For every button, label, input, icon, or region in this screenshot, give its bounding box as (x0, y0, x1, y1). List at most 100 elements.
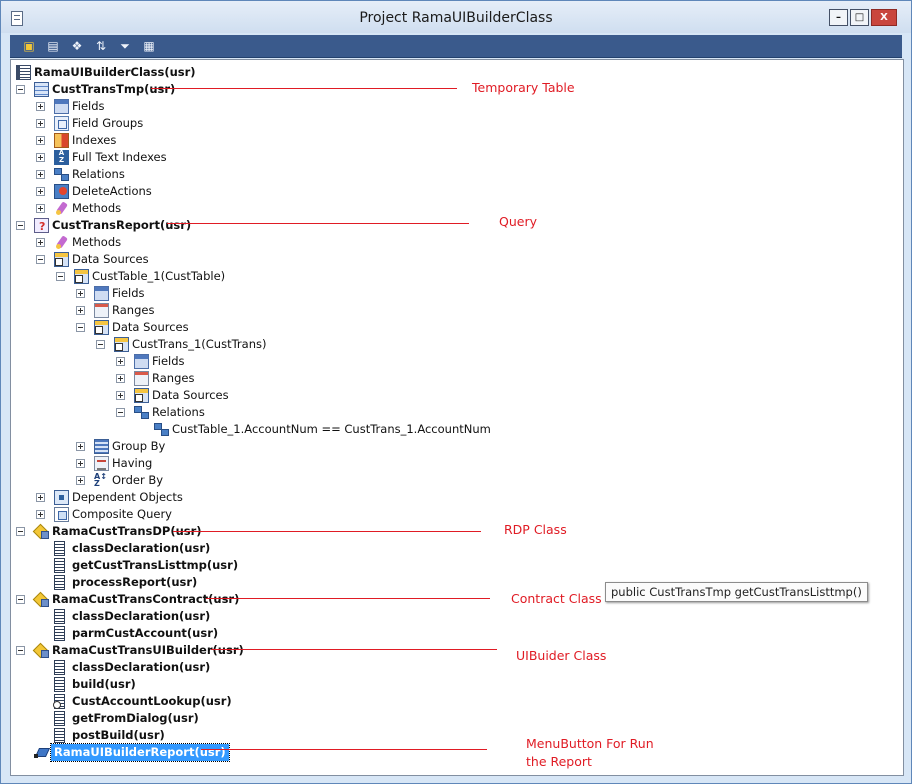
expand-toggle[interactable] (36, 153, 45, 162)
relations-icon (54, 167, 69, 182)
tree-node-label: Fields (152, 354, 185, 368)
tree-node-label: classDeclaration(usr) (72, 541, 211, 555)
collapse-toggle[interactable] (36, 255, 45, 264)
data-sources-icon (134, 388, 149, 403)
method-icon (54, 660, 65, 675)
tree-node-label: Relations (152, 405, 205, 419)
collapse-toggle[interactable] (76, 323, 85, 332)
tree-node-label: Field Groups (72, 116, 144, 130)
annotation-line (151, 88, 457, 89)
tree-node-label: RamaCustTransContract(usr) (52, 592, 240, 606)
tree-root-label: RamaUIBuilderClass(usr) (34, 65, 196, 79)
methods-icon (54, 235, 69, 250)
expand-toggle[interactable] (36, 204, 45, 213)
collapse-toggle[interactable] (16, 221, 25, 230)
dependent-objects-icon (54, 490, 69, 505)
sort-icon[interactable]: ⇅ (94, 39, 108, 53)
collapse-toggle[interactable] (16, 527, 25, 536)
tree-node-label: Fields (72, 99, 105, 113)
method-icon (54, 711, 65, 726)
indexes-icon (54, 133, 69, 148)
annotation-menubutton-line1: MenuButton For Run (526, 736, 654, 751)
tree-node-label: Data Sources (72, 252, 149, 266)
tree-node-label: Data Sources (152, 388, 229, 402)
tree-node-label: getFromDialog(usr) (72, 711, 199, 725)
expand-toggle[interactable] (76, 306, 85, 315)
data-sources-icon (54, 252, 69, 267)
expand-toggle[interactable] (76, 476, 85, 485)
menu-item-icon (34, 745, 49, 760)
toolbar: ▣ ▤ ❖ ⇅ ⏷ ▦ (10, 35, 902, 58)
properties-icon[interactable]: ▤ (46, 39, 60, 53)
annotation-line (206, 598, 490, 599)
method-signature-tooltip: public CustTransTmp getCustTransListtmp(… (605, 582, 868, 602)
full-text-index-icon: AZ (54, 150, 69, 165)
collapse-toggle[interactable] (16, 595, 25, 604)
project-window: Project RamaUIBuilderClass – □ X ▣ ▤ ❖ ⇅… (0, 0, 912, 784)
tree-node-label: Ranges (152, 371, 195, 385)
fields-icon (94, 286, 109, 301)
expand-toggle[interactable] (116, 374, 125, 383)
tree-node-label: parmCustAccount(usr) (72, 626, 219, 640)
annotation-line (167, 223, 469, 224)
window-controls: – □ X (829, 9, 897, 26)
title-bar[interactable]: Project RamaUIBuilderClass – □ X (1, 1, 911, 33)
tree-node-label: RamaCustTransUIBuilder(usr) (52, 643, 244, 657)
annotation-uibuilder-class: UIBuider Class (516, 648, 607, 663)
ranges-icon (134, 371, 149, 386)
expand-toggle[interactable] (76, 289, 85, 298)
collapse-toggle[interactable] (96, 340, 105, 349)
calendar-icon[interactable]: ▦ (142, 39, 156, 53)
project-icon (16, 65, 31, 80)
expand-toggle[interactable] (36, 136, 45, 145)
expand-toggle[interactable] (116, 391, 125, 400)
method-icon (54, 626, 65, 641)
tree-node-label: Composite Query (72, 507, 172, 521)
expand-toggle[interactable] (36, 102, 45, 111)
class-icon (34, 592, 49, 607)
close-button[interactable]: X (871, 9, 897, 26)
tree-node-label: Having (112, 456, 153, 470)
collapse-toggle[interactable] (16, 85, 25, 94)
order-by-icon: A↕ Z (94, 472, 107, 488)
method-icon (54, 677, 65, 692)
restore-button[interactable]: □ (850, 9, 869, 26)
delete-actions-icon (54, 184, 69, 199)
annotation-temporary-table: Temporary Table (472, 80, 575, 95)
window-title: Project RamaUIBuilderClass (359, 10, 553, 26)
annotation-rdp-class: RDP Class (504, 522, 567, 537)
expand-toggle[interactable] (36, 187, 45, 196)
relations-icon (134, 405, 149, 420)
open-folder-icon[interactable]: ▣ (22, 39, 36, 53)
expand-toggle[interactable] (76, 442, 85, 451)
collapse-toggle[interactable] (56, 272, 65, 281)
filter-icon[interactable]: ⏷ (118, 39, 132, 53)
tree-node-label: Full Text Indexes (72, 150, 167, 164)
annotation-contract-class: Contract Class (511, 591, 602, 606)
field-groups-icon (54, 116, 69, 131)
class-icon (34, 643, 49, 658)
having-icon (94, 456, 109, 471)
expand-toggle[interactable] (36, 238, 45, 247)
method-icon (54, 728, 65, 743)
datasource-table-icon (114, 337, 129, 352)
method-icon (54, 575, 65, 590)
expand-toggle[interactable] (116, 357, 125, 366)
expand-toggle[interactable] (36, 510, 45, 519)
method-icon (54, 558, 65, 573)
composite-query-icon (54, 507, 69, 522)
tree-node-label: postBuild(usr) (72, 728, 165, 742)
table-icon (34, 82, 49, 97)
expand-toggle[interactable] (36, 170, 45, 179)
compile-icon[interactable]: ❖ (70, 39, 84, 53)
expand-toggle[interactable] (36, 119, 45, 128)
expand-toggle[interactable] (76, 459, 85, 468)
expand-toggle[interactable] (36, 493, 45, 502)
annotation-query: Query (499, 214, 537, 229)
ranges-icon (94, 303, 109, 318)
collapse-toggle[interactable] (16, 646, 25, 655)
minimize-button[interactable]: – (829, 9, 848, 26)
collapse-toggle[interactable] (116, 408, 125, 417)
tree-node-label: Methods (72, 201, 122, 215)
project-tree[interactable]: RamaUIBuilderClass(usr) CustTransTmp(usr… (10, 59, 904, 776)
